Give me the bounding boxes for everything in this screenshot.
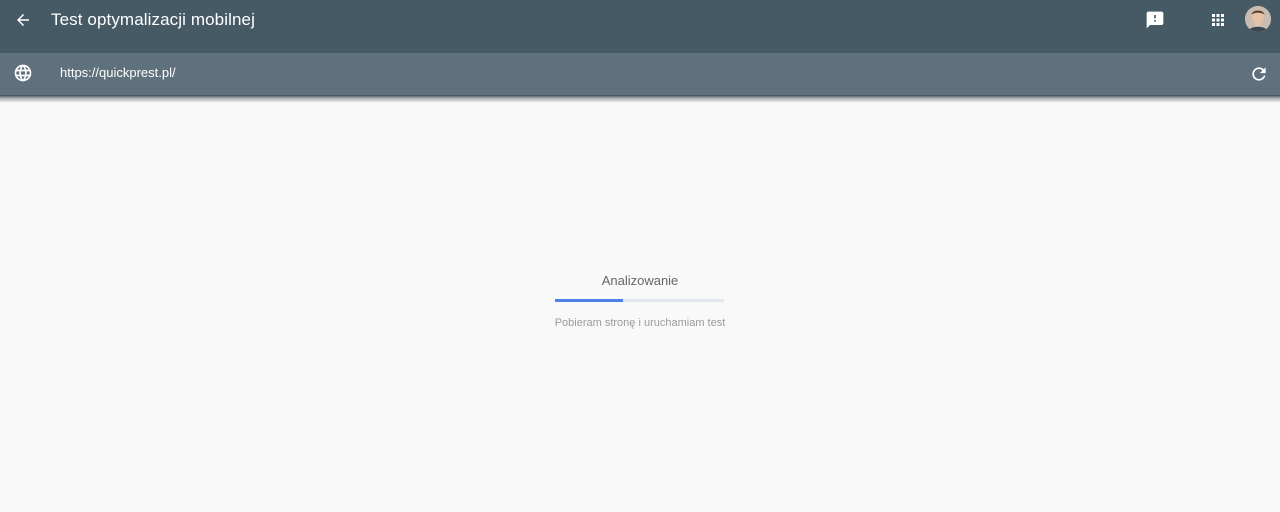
progress-bar: [555, 299, 724, 302]
apps-grid-icon: [1212, 14, 1224, 26]
arrow-back-icon: [17, 14, 29, 26]
url-bar-shadow: [0, 95, 1280, 103]
reload-icon: [1252, 67, 1266, 81]
feedback-button[interactable]: [1142, 7, 1168, 33]
apps-button[interactable]: [1205, 7, 1231, 33]
globe-icon: [13, 63, 33, 83]
avatar-image: [1245, 6, 1271, 32]
status-subtitle: Pobieram stronę i uruchamiam test: [554, 317, 726, 329]
back-button[interactable]: [10, 7, 36, 33]
url-input[interactable]: [60, 63, 1210, 83]
app-header: Test optymalizacji mobilnej: [0, 0, 1280, 53]
page-title: Test optymalizacji mobilnej: [51, 10, 255, 29]
reload-button[interactable]: [1248, 63, 1270, 85]
progress-bar-fill: [555, 299, 623, 302]
analysis-status: Analizowanie Pobieram stronę i uruchamia…: [540, 272, 740, 329]
user-avatar[interactable]: [1245, 6, 1271, 32]
status-title: Analizowanie: [601, 273, 679, 288]
feedback-icon: [1146, 11, 1164, 29]
